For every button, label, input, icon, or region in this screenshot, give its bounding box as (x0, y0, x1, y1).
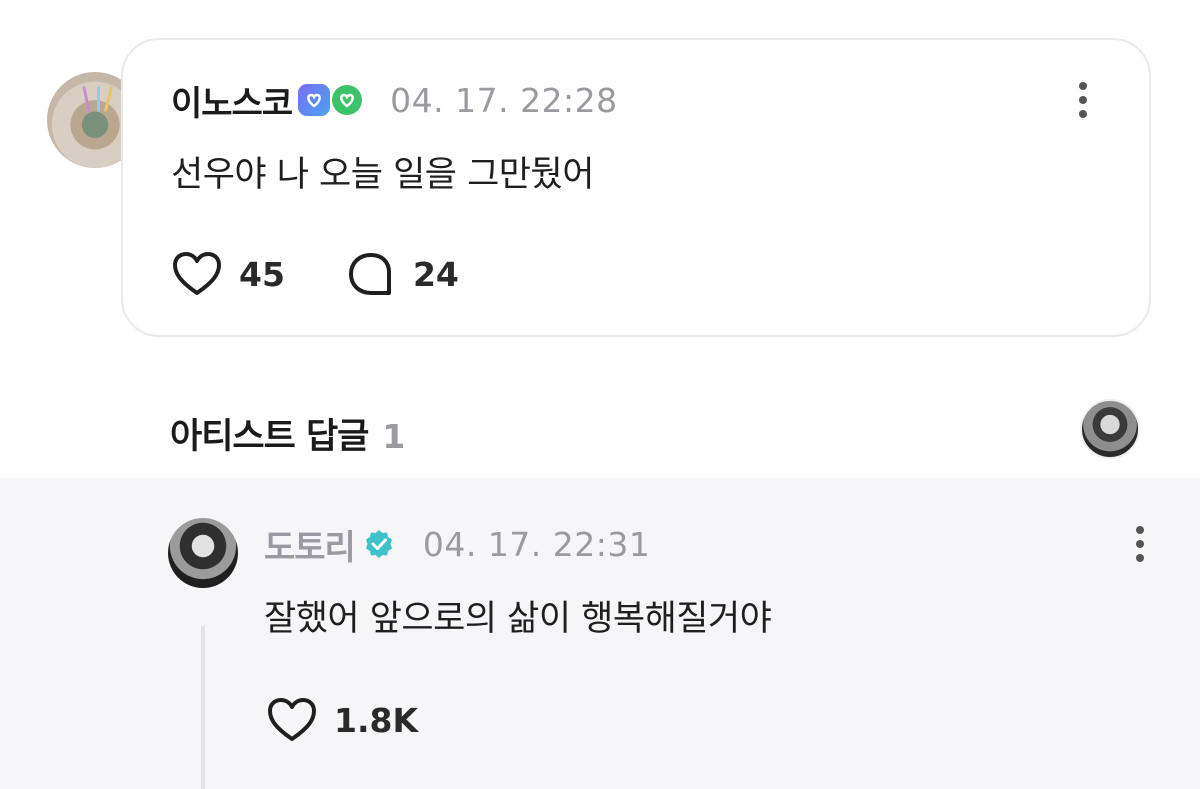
fan-badge-green-icon (332, 85, 363, 115)
like-count: 45 (239, 254, 285, 294)
reply-like-button[interactable]: 1.8K (266, 696, 418, 744)
fan-badge-hex-icon (298, 84, 331, 116)
artist-replies-count: 1 (382, 417, 406, 456)
post-body: 선우야 나 오늘 일을 그만뒀어 (171, 155, 594, 195)
reply-body: 잘했어 앞으로의 삶이 행복해질거야 (264, 599, 772, 639)
like-button[interactable]: 45 (171, 250, 285, 298)
reply-timestamp: 04. 17. 22:31 (422, 524, 651, 564)
avatar-candle (97, 86, 100, 112)
comment-bubble-icon (348, 253, 391, 295)
post-username[interactable]: 이노스코 (171, 76, 293, 125)
artist-replies-header: 아티스트 답글 1 (170, 408, 405, 459)
artist-replies-title: 아티스트 답글 (170, 417, 369, 457)
comment-button[interactable]: 24 (345, 250, 459, 298)
reply-more-icon[interactable] (1128, 522, 1152, 566)
reply-header: 도토리 04. 17. 22:31 (264, 520, 651, 569)
post-card: 이노스코 04. 17. 22:28 선우야 나 오늘 일을 그만뒀어 45 2… (121, 38, 1151, 337)
comment-count: 24 (412, 254, 459, 294)
reply-actions: 1.8K (266, 696, 478, 744)
reply-author-avatar[interactable] (168, 518, 238, 588)
post-more-icon[interactable] (1071, 78, 1095, 122)
heart-icon (268, 698, 316, 741)
post-actions: 45 24 (171, 250, 519, 298)
avatar-candle (103, 86, 114, 112)
reply-section: 도토리 04. 17. 22:31 잘했어 앞으로의 삶이 행복해질거야 1.8… (0, 478, 1200, 789)
thread-line (201, 626, 205, 789)
post-timestamp: 04. 17. 22:28 (390, 80, 618, 120)
post-header: 이노스코 04. 17. 22:28 (171, 76, 618, 125)
reply-username[interactable]: 도토리 (264, 520, 356, 569)
heart-icon (173, 252, 221, 295)
verified-badge-icon (365, 530, 392, 558)
reply-like-count: 1.8K (334, 700, 419, 740)
artist-avatar-thumb[interactable] (1080, 399, 1140, 459)
avatar-candle (82, 85, 91, 113)
